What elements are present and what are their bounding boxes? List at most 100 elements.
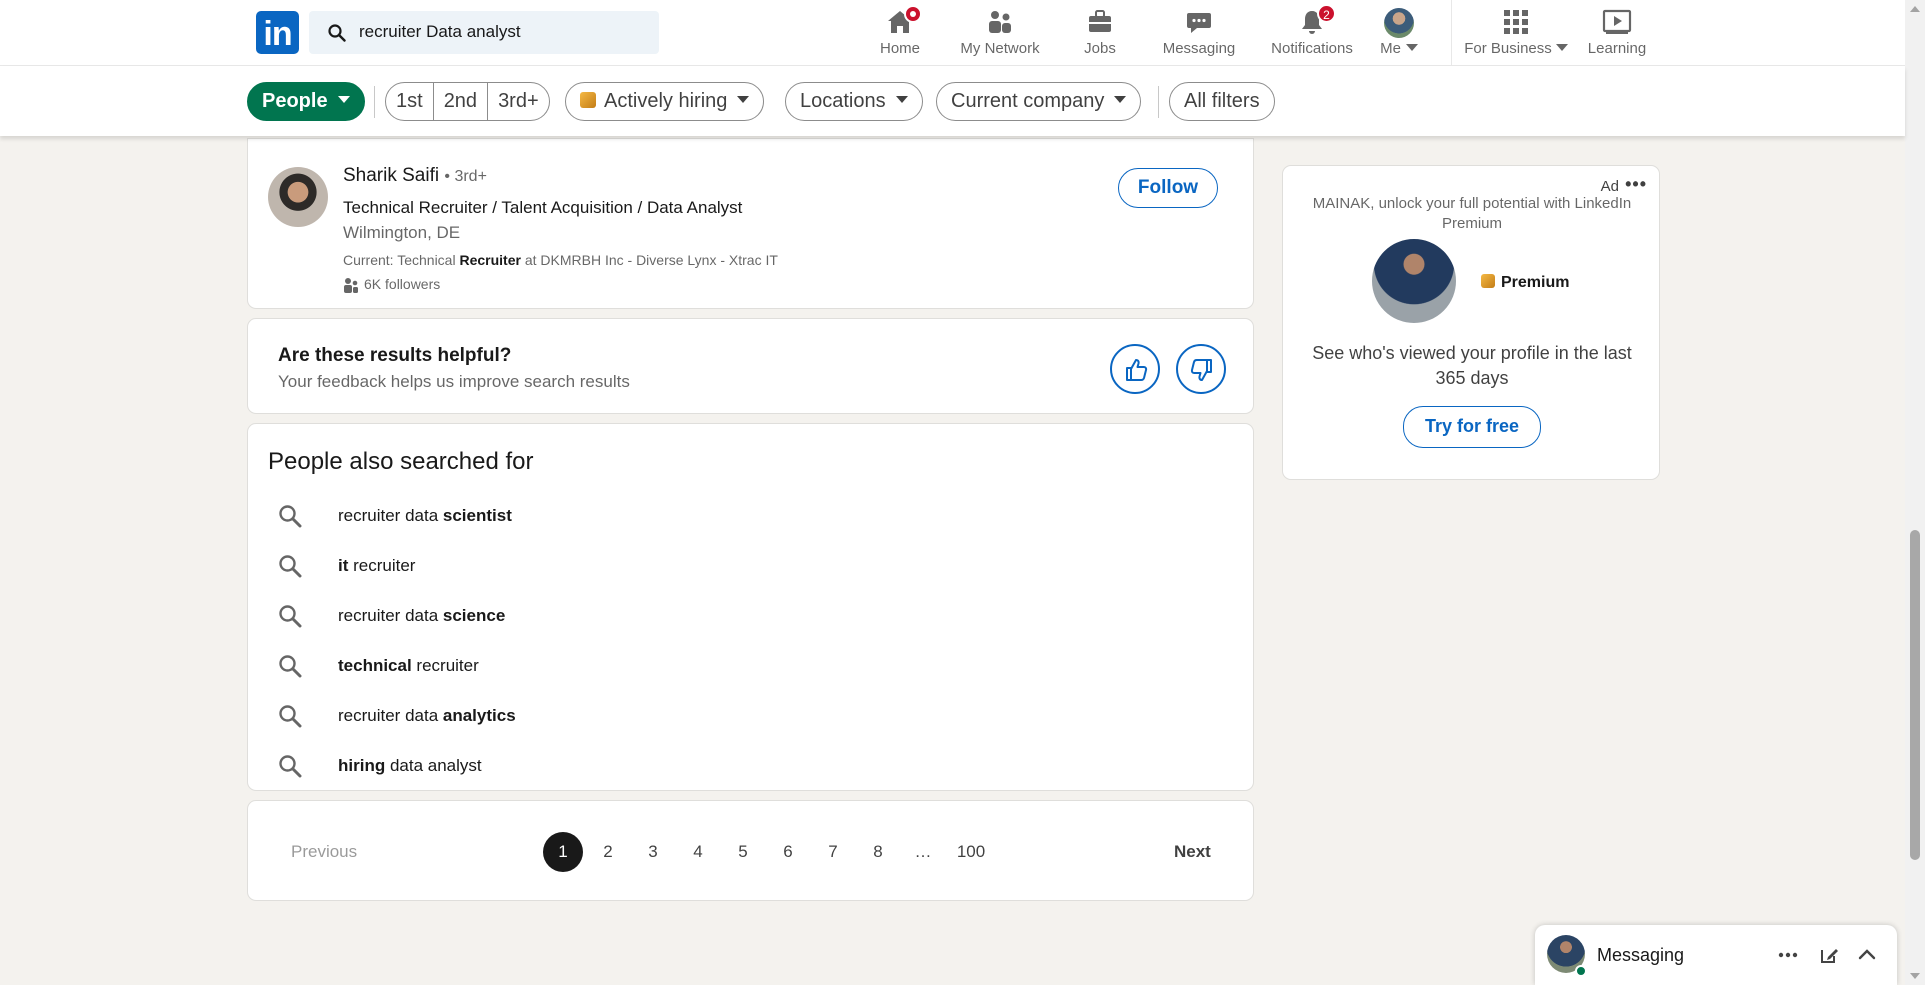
premium-label: Premium [1501, 274, 1570, 291]
nav-home[interactable]: Home [870, 5, 930, 60]
related-search-item[interactable]: recruiter data scientist [278, 500, 878, 532]
people-icon [344, 278, 358, 294]
nav-messaging[interactable]: Messaging [1158, 8, 1240, 60]
related-search-text: technical recruiter [338, 656, 479, 676]
search-value[interactable]: recruiter Data analyst [359, 22, 521, 42]
nav-for-business-label-wrap: For Business [1462, 40, 1570, 57]
chevron-down-icon [1114, 96, 1127, 104]
home-notification-dot [904, 5, 922, 23]
search-icon [279, 755, 302, 778]
result-name-line: Sharik Saifi • 3rd+ [343, 165, 487, 187]
search-icon [279, 605, 302, 628]
page-button[interactable]: 5 [723, 832, 763, 872]
related-post: recruiter [411, 656, 479, 675]
thumbs-down-button[interactable] [1176, 344, 1226, 394]
notifications-badge: 2 [1317, 4, 1336, 23]
related-search-item[interactable]: recruiter data analytics [278, 700, 878, 732]
filter-3rd-plus[interactable]: 3rd+ [488, 83, 549, 120]
nav-for-business-label: For Business [1464, 40, 1552, 57]
pagination: Previous 1 2 3 4 5 6 7 8 … 100 Next [247, 800, 1254, 901]
current-suffix: at DKMRBH Inc - Diverse Lynx - Xtrac IT [520, 252, 778, 268]
page-button[interactable]: 4 [678, 832, 718, 872]
filter-divider [374, 86, 375, 118]
filter-1st[interactable]: 1st [386, 83, 434, 120]
profile-photo[interactable] [268, 167, 328, 227]
jobs-icon [1086, 8, 1114, 36]
compose-icon[interactable] [1819, 945, 1839, 965]
ad-label: Ad [1600, 178, 1619, 195]
search-icon [328, 24, 346, 42]
try-for-free-button[interactable]: Try for free [1403, 406, 1541, 448]
related-search-item[interactable]: hiring data analyst [278, 750, 878, 782]
all-filters-button[interactable]: All filters [1169, 82, 1275, 121]
page-scrollbar[interactable] [1905, 0, 1925, 985]
page-button[interactable]: 7 [813, 832, 853, 872]
nav-my-network-label: My Network [960, 40, 1040, 57]
nav-for-business[interactable]: For Business [1462, 8, 1570, 60]
current-company-filter[interactable]: Current company [936, 82, 1142, 121]
connection-degree: • 3rd+ [444, 168, 487, 185]
scroll-down-arrow-icon[interactable] [1910, 973, 1920, 979]
related-search-item[interactable]: it recruiter [278, 550, 878, 582]
hiring-icon [580, 91, 596, 108]
feedback-title: Are these results helpful? [278, 345, 512, 366]
related-bold: hiring [338, 756, 386, 775]
related-search-item[interactable]: technical recruiter [278, 650, 878, 682]
actively-hiring-filter[interactable]: Actively hiring [565, 82, 765, 121]
related-bold: technical [338, 656, 412, 675]
nav-home-label: Home [879, 40, 920, 57]
page-button[interactable]: 2 [588, 832, 628, 872]
followers-count: 6K followers [364, 276, 441, 292]
page-button-last[interactable]: 100 [948, 832, 994, 872]
previous-page-button[interactable]: Previous [291, 842, 357, 862]
follow-button[interactable]: Follow [1118, 168, 1218, 208]
search-icon [279, 555, 302, 578]
nav-me[interactable]: Me [1374, 8, 1424, 60]
nav-me-label: Me [1380, 40, 1401, 57]
page-ellipsis[interactable]: … [903, 832, 943, 872]
messaging-title[interactable]: Messaging [1597, 945, 1684, 966]
chevron-down-icon [1405, 43, 1418, 51]
linkedin-logo-icon[interactable]: in [256, 11, 299, 54]
search-input[interactable]: recruiter Data analyst [309, 11, 659, 54]
people-filter-button[interactable]: People [247, 82, 365, 121]
premium-icon [1481, 273, 1495, 288]
thumbs-down-icon [1190, 359, 1212, 381]
nav-notifications[interactable]: 2 Notifications [1256, 4, 1368, 60]
related-bold: scientist [442, 506, 512, 525]
scroll-thumb[interactable] [1910, 530, 1920, 860]
nav-learning[interactable]: Learning [1582, 8, 1652, 60]
chevron-down-icon [895, 96, 908, 104]
result-name[interactable]: Sharik Saifi [343, 165, 439, 186]
related-search-text: recruiter data scientist [338, 506, 512, 526]
page-button[interactable]: 3 [633, 832, 673, 872]
page-button-current[interactable]: 1 [543, 832, 583, 872]
filter-divider [1158, 86, 1159, 118]
messaging-overlay-bar[interactable]: Messaging [1535, 925, 1897, 985]
premium-ad-card: Ad ••• MAINAK, unlock your full potentia… [1282, 165, 1660, 480]
more-options-icon[interactable]: ••• [1625, 174, 1647, 195]
nav-my-network[interactable]: My Network [955, 8, 1045, 60]
related-search-item[interactable]: recruiter data science [278, 600, 878, 632]
nav-notifications-label: Notifications [1271, 40, 1353, 57]
results-feedback-card: Are these results helpful? Your feedback… [247, 318, 1254, 414]
people-filter-label: People [262, 90, 328, 112]
page-button[interactable]: 6 [768, 832, 808, 872]
more-options-icon[interactable] [1778, 952, 1798, 958]
next-page-button[interactable]: Next [1174, 842, 1211, 862]
chevron-down-icon [337, 96, 350, 104]
filter-2nd[interactable]: 2nd [434, 83, 489, 120]
avatar [1370, 237, 1458, 325]
ad-body-text: See who's viewed your profile in the las… [1312, 343, 1632, 388]
page-button[interactable]: 8 [858, 832, 898, 872]
global-nav: in recruiter Data analyst Home My Networ… [0, 0, 1905, 66]
nav-jobs[interactable]: Jobs [1080, 8, 1120, 60]
chevron-up-icon[interactable] [1858, 947, 1876, 961]
scroll-up-arrow-icon[interactable] [1910, 6, 1920, 12]
thumbs-up-button[interactable] [1110, 344, 1160, 394]
current-prefix: Current: Technical [343, 252, 460, 268]
related-search-text: hiring data analyst [338, 756, 482, 776]
nav-me-label-wrap: Me [1374, 40, 1424, 57]
locations-filter[interactable]: Locations [785, 82, 923, 121]
messaging-icon [1185, 8, 1213, 36]
